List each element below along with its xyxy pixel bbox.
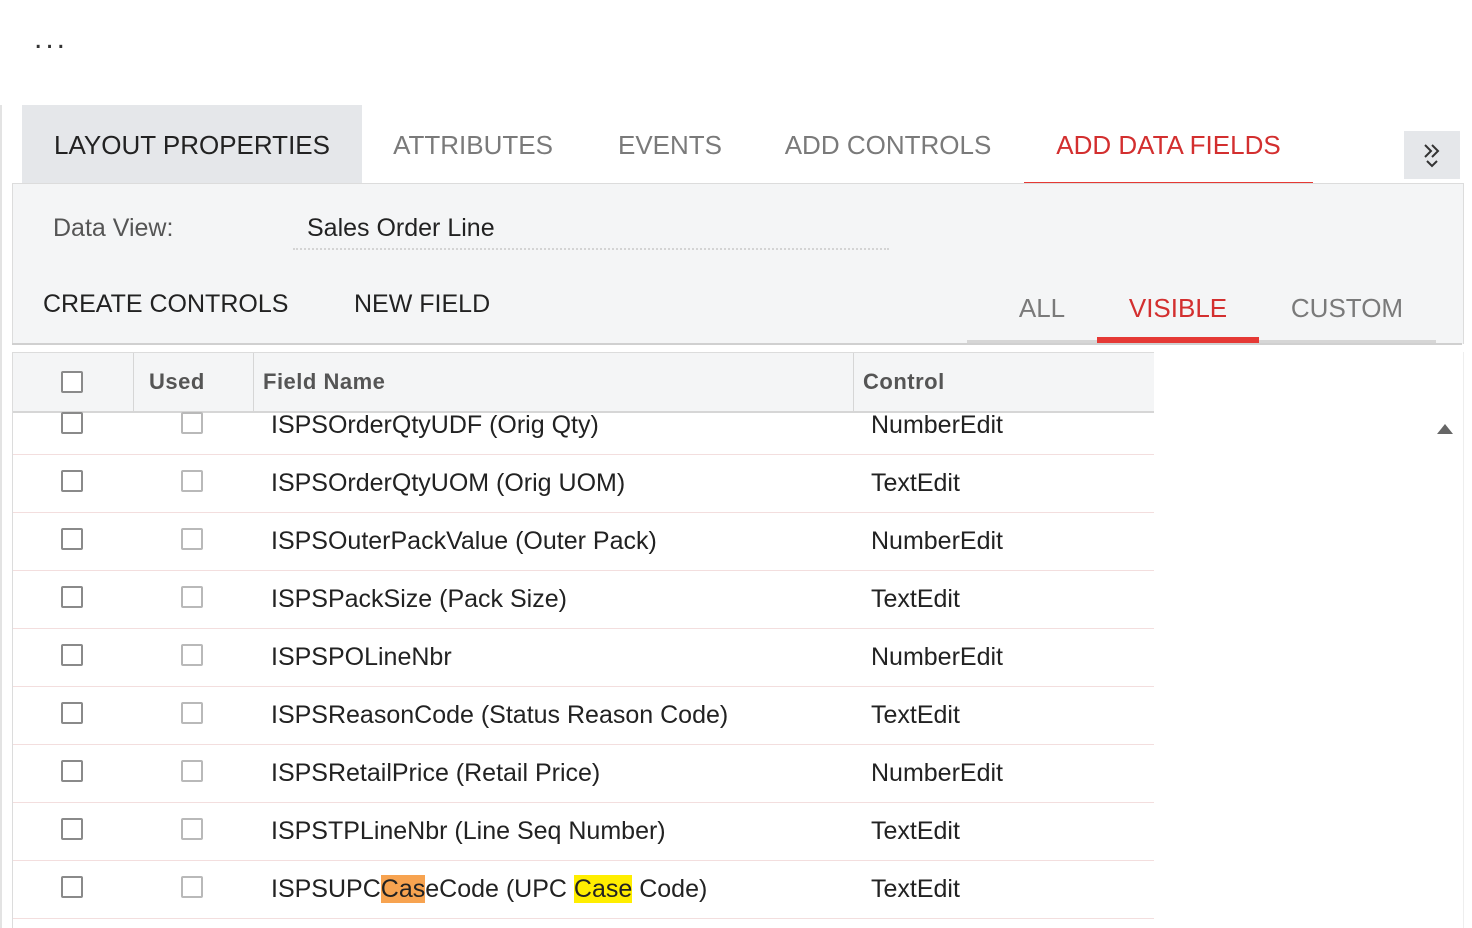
row-select-checkbox[interactable]	[61, 644, 83, 666]
table-row[interactable]: ISPSReasonCode (Status Reason Code) Text…	[13, 686, 1154, 745]
filter-tab-custom[interactable]: CUSTOM	[1273, 278, 1421, 338]
search-highlight-current: Cas	[380, 875, 426, 903]
control-cell: NumberEdit	[871, 759, 1003, 787]
row-select-checkbox[interactable]	[61, 818, 83, 840]
control-cell: NumberEdit	[871, 412, 1003, 439]
column-header-field-name[interactable]: Field Name	[263, 353, 385, 411]
control-cell: NumberEdit	[871, 643, 1003, 671]
field-name-cell: ISPSReasonCode (Status Reason Code)	[271, 701, 729, 729]
row-used-checkbox	[181, 586, 203, 608]
pane-divider	[0, 105, 2, 928]
column-separator	[133, 353, 134, 411]
expand-tabs-button[interactable]	[1404, 131, 1460, 179]
field-name-text: ISPSUPC	[271, 875, 381, 903]
column-header-control[interactable]: Control	[863, 353, 945, 411]
tab-events[interactable]: EVENTS	[596, 105, 744, 185]
table-row[interactable]: ISPSOrderQtyUDF (Orig Qty) NumberEdit	[13, 412, 1154, 455]
column-header-used[interactable]: Used	[149, 353, 205, 411]
row-used-checkbox	[181, 412, 203, 434]
field-name-text: eCode (UPC	[425, 875, 574, 903]
panel-divider	[12, 343, 1462, 345]
create-controls-button[interactable]: CREATE CONTROLS	[43, 290, 288, 319]
control-cell: TextEdit	[871, 469, 960, 497]
row-select-checkbox[interactable]	[61, 470, 83, 492]
filter-tab-visible[interactable]: VISIBLE	[1097, 278, 1259, 338]
tab-attributes[interactable]: ATTRIBUTES	[372, 105, 574, 185]
field-name-cell: ISPSTPLineNbr (Line Seq Number)	[271, 817, 666, 845]
table-row[interactable]: ISPSTPLineNbr (Line Seq Number) TextEdit	[13, 802, 1154, 861]
double-chevron-icon	[1424, 144, 1440, 168]
row-select-checkbox[interactable]	[61, 586, 83, 608]
control-cell: TextEdit	[871, 585, 960, 613]
column-separator	[253, 353, 254, 411]
row-select-checkbox[interactable]	[61, 702, 83, 724]
table-row[interactable]: ISPSPOLineNbr NumberEdit	[13, 628, 1154, 687]
control-cell: TextEdit	[871, 817, 960, 845]
field-name-text: Code)	[632, 875, 708, 903]
data-view-selector[interactable]: Sales Order Line	[293, 206, 889, 250]
select-all-checkbox[interactable]	[61, 371, 83, 393]
search-highlight: Case	[573, 875, 633, 903]
data-view-label: Data View:	[53, 214, 174, 242]
table-row[interactable]: ISPSOrderQtyUOM (Orig UOM) TextEdit	[13, 454, 1154, 513]
field-name-cell: ISPSRetailPrice (Retail Price)	[271, 759, 601, 787]
table-row[interactable]: ISPSPackSize (Pack Size) TextEdit	[13, 570, 1154, 629]
property-tabs: LAYOUT PROPERTIES ATTRIBUTES EVENTS ADD …	[22, 105, 1472, 188]
row-select-checkbox[interactable]	[61, 412, 83, 434]
fields-grid: Used Field Name Control ISPSOrderQtyUDF …	[12, 352, 1464, 928]
control-cell: NumberEdit	[871, 527, 1003, 555]
row-select-checkbox[interactable]	[61, 528, 83, 550]
field-name-cell: ISPSPackSize (Pack Size)	[271, 585, 567, 613]
new-field-button[interactable]: NEW FIELD	[354, 290, 490, 319]
row-used-checkbox	[181, 818, 203, 840]
control-cell: TextEdit	[871, 701, 960, 729]
row-used-checkbox	[181, 876, 203, 898]
select-all-cell	[61, 353, 83, 411]
tab-add-controls[interactable]: ADD CONTROLS	[766, 105, 1010, 185]
grid-header: Used Field Name Control	[13, 352, 1154, 413]
filter-tab-all[interactable]: ALL	[997, 278, 1087, 338]
tab-layout-properties[interactable]: LAYOUT PROPERTIES	[22, 105, 362, 185]
column-separator	[853, 353, 854, 411]
tab-add-data-fields[interactable]: ADD DATA FIELDS	[1024, 105, 1313, 188]
field-name-cell: ISPSUPCCaseCode (UPC Case Code)	[271, 860, 707, 918]
table-row[interactable]: ISPSOuterPackValue (Outer Pack) NumberEd…	[13, 512, 1154, 571]
table-row[interactable]: ISPSRetailPrice (Retail Price) NumberEdi…	[13, 744, 1154, 803]
row-used-checkbox	[181, 470, 203, 492]
row-used-checkbox	[181, 760, 203, 782]
more-options-icon[interactable]: ...	[34, 24, 68, 54]
grid-body[interactable]: ISPSOrderQtyUDF (Orig Qty) NumberEdit IS…	[13, 412, 1154, 928]
field-name-cell: ISPSPOLineNbr	[271, 643, 452, 671]
field-name-cell: ISPSOuterPackValue (Outer Pack)	[271, 527, 657, 555]
row-select-checkbox[interactable]	[61, 876, 83, 898]
data-fields-panel: Data View: Sales Order Line CREATE CONTR…	[12, 183, 1464, 344]
scroll-up-arrow-icon[interactable]	[1437, 424, 1453, 434]
row-select-checkbox[interactable]	[61, 760, 83, 782]
field-name-cell: ISPSOrderQtyUDF (Orig Qty)	[271, 412, 599, 439]
control-cell: TextEdit	[871, 875, 960, 903]
row-used-checkbox	[181, 702, 203, 724]
field-name-cell: ISPSOrderQtyUOM (Orig UOM)	[271, 469, 626, 497]
table-row[interactable]: ISPSUPCCaseCode (UPC Case Code) TextEdit	[13, 860, 1154, 919]
row-used-checkbox	[181, 528, 203, 550]
row-used-checkbox	[181, 644, 203, 666]
